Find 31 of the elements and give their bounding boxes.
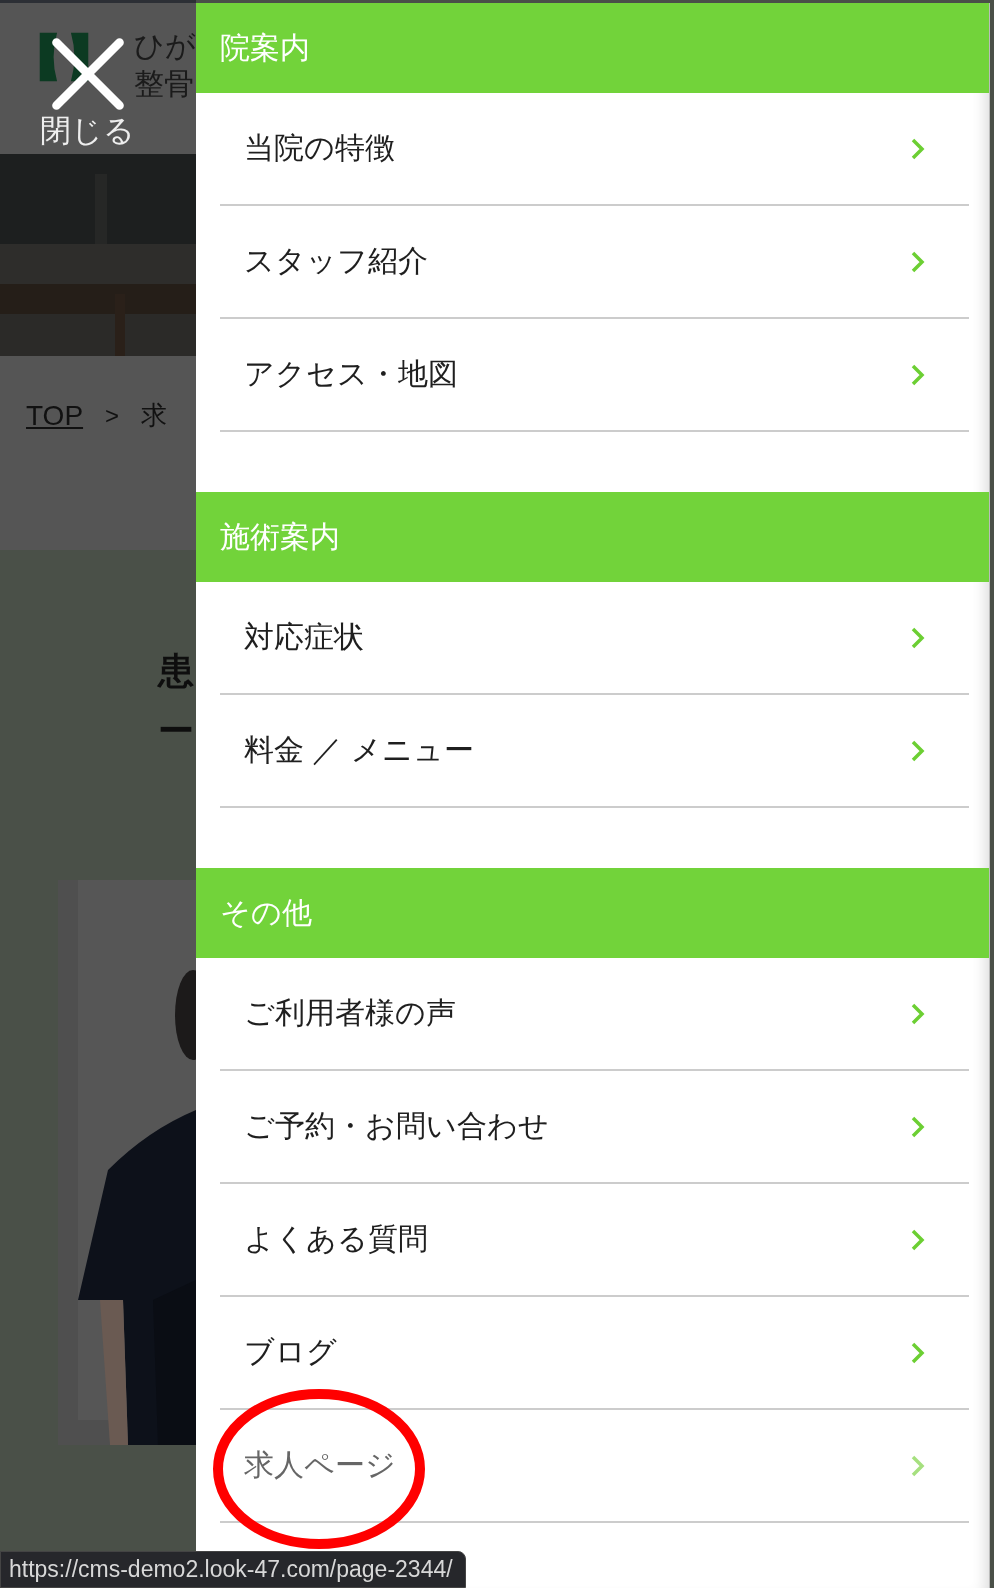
section-header: その他	[196, 868, 989, 958]
chevron-right-icon	[911, 626, 925, 649]
status-bar: https://cms-demo2.look-47.com/page-2344/	[0, 1551, 466, 1588]
chevron-right-icon	[911, 1115, 925, 1138]
menu-item[interactable]: 対応症状	[220, 582, 969, 693]
chevron-right-icon	[911, 1454, 925, 1477]
chevron-right-icon	[911, 250, 925, 273]
menu-item[interactable]: よくある質問	[220, 1184, 969, 1295]
chevron-right-icon	[911, 1341, 925, 1364]
page-heading: 患	[158, 649, 195, 693]
chevron-right-icon	[911, 739, 925, 762]
menu-item[interactable]: ブログ	[220, 1297, 969, 1408]
menu-item[interactable]: ご予約・お問い合わせ	[220, 1071, 969, 1182]
page-heading: ー	[158, 709, 195, 753]
breadcrumb-separator: >	[105, 401, 120, 430]
section-header: 院案内	[196, 3, 989, 93]
chevron-right-icon	[911, 137, 925, 160]
section-header: 施術案内	[196, 492, 989, 582]
menu-item[interactable]: 求人ページ	[220, 1410, 969, 1521]
breadcrumb-current: 求	[141, 399, 168, 432]
chevron-right-icon	[911, 363, 925, 386]
menu-item[interactable]: アクセス・地図	[220, 319, 969, 430]
close-button[interactable]: 閉じる	[40, 31, 135, 149]
menu-item[interactable]: ご利用者様の声	[220, 958, 969, 1069]
menu-item[interactable]: スタッフ紹介	[220, 206, 969, 317]
menu-item[interactable]: 当院の特徴	[220, 93, 969, 204]
chevron-right-icon	[911, 1002, 925, 1025]
menu-item[interactable]: 料金 ／ メニュー	[220, 695, 969, 806]
logo-text: 整骨	[134, 66, 195, 102]
chevron-right-icon	[911, 1228, 925, 1251]
logo-text: ひが	[134, 28, 196, 64]
